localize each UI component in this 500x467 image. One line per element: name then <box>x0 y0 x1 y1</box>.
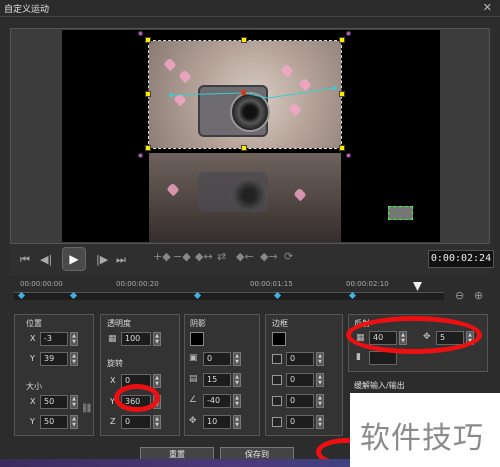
zoom-out-icon[interactable]: ⊖ <box>455 289 464 302</box>
opacity-icon: ▦ <box>108 334 117 344</box>
size-x-input[interactable]: 50 <box>40 395 68 409</box>
rotation-x-label: X <box>110 376 116 385</box>
size-title: 大小 <box>26 382 42 391</box>
shadow-title: 阴影 <box>190 319 206 328</box>
fade-title: 缓解输入/输出 <box>354 381 405 390</box>
rotation-title: 旋转 <box>107 359 123 368</box>
opacity-input[interactable]: 100 <box>121 332 151 346</box>
watermark: 软件技巧 <box>350 393 500 467</box>
border-extra-spinner[interactable]: ▲ ▼ <box>316 415 324 429</box>
border-option-checkbox[interactable] <box>272 375 282 385</box>
reverse-keyframe-icon[interactable]: ◆↔ <box>195 250 213 263</box>
border-option-checkbox[interactable] <box>272 354 282 364</box>
tick-label: 00:00:02:10 <box>346 280 389 288</box>
resize-handle[interactable] <box>145 91 151 97</box>
tick-label: 00:00:00:20 <box>116 280 159 288</box>
size-x-spinner[interactable]: ▲ ▼ <box>70 395 78 409</box>
shadow-distance-spinner[interactable]: ▲ ▼ <box>233 415 241 429</box>
add-keyframe-icon[interactable]: +◆ <box>153 250 171 263</box>
shadow-angle-icon: ∠ <box>189 395 198 405</box>
border-width-input[interactable]: 0 <box>286 352 314 366</box>
size-y-spinner[interactable]: ▲ ▼ <box>70 415 78 429</box>
position-x-label: X <box>30 334 36 343</box>
resize-handle[interactable] <box>145 145 151 151</box>
opacity-title: 透明度 <box>107 319 131 328</box>
shadow-blur-input[interactable]: 15 <box>203 373 231 387</box>
prev-frame-button[interactable]: ◀| <box>40 253 52 266</box>
rotation-x-spinner[interactable]: ▲ ▼ <box>153 374 161 388</box>
next-keyframe-icon[interactable]: ◆→ <box>260 250 278 263</box>
position-title: 位置 <box>26 319 42 328</box>
resize-handle[interactable] <box>339 145 345 151</box>
resize-handle[interactable] <box>339 37 345 43</box>
border-width-spinner[interactable]: ▲ ▼ <box>316 352 324 366</box>
highlight-ring <box>114 384 160 412</box>
shadow-opacity-spinner[interactable]: ▲ ▼ <box>233 352 241 366</box>
shadow-opacity-input[interactable]: 0 <box>203 352 231 366</box>
rotation-z-input[interactable]: 0 <box>121 415 151 429</box>
tick-label: 00:00:00:00 <box>20 280 63 288</box>
go-to-end-button[interactable]: ⏭ <box>116 253 126 267</box>
link-icon[interactable]: ⛓ <box>81 404 92 414</box>
position-y-input[interactable]: 39 <box>40 352 68 366</box>
shadow-opacity-icon: ▣ <box>189 353 198 363</box>
rotation-z-spinner[interactable]: ▲ ▼ <box>153 415 161 429</box>
transport-bar: ⏮ ◀| ▶ |▶ ⏭ +◆ −◆ ◆↔ ⇄ ◆← ◆→ ⟳ 0:00:02:2… <box>10 244 494 276</box>
resize-handle[interactable] <box>145 37 151 43</box>
next-frame-button[interactable]: |▶ <box>96 253 108 266</box>
position-y-label: Y <box>30 354 35 363</box>
reflection-gradient-icon: ▮ <box>356 352 361 362</box>
distort-handle[interactable] <box>346 31 351 36</box>
border-title: 边框 <box>272 319 288 328</box>
distort-handle[interactable] <box>138 31 143 36</box>
border-transparency-spinner[interactable]: ▲ ▼ <box>316 373 324 387</box>
border-option-checkbox[interactable] <box>272 417 282 427</box>
resize-handle[interactable] <box>241 37 247 43</box>
highlight-ring <box>346 316 482 354</box>
shadow-blur-icon: ▤ <box>189 374 198 384</box>
anchor-point[interactable] <box>241 90 246 95</box>
watermark-text: 软件技巧 <box>360 421 484 456</box>
border-extra-input[interactable]: 0 <box>286 415 314 429</box>
shadow-angle-spinner[interactable]: ▲ ▼ <box>233 394 241 408</box>
timecode-display[interactable]: 0:00:02:24 <box>428 250 494 268</box>
border-option-checkbox[interactable] <box>272 396 282 406</box>
size-y-input[interactable]: 50 <box>40 415 68 429</box>
size-y-label: Y <box>30 417 35 426</box>
shadow-color-swatch[interactable] <box>190 332 204 346</box>
navigator-thumbnail[interactable] <box>388 206 413 220</box>
position-x-spinner[interactable]: ▲ ▼ <box>70 332 78 346</box>
resize-handle[interactable] <box>339 91 345 97</box>
distort-handle[interactable] <box>346 153 351 158</box>
keyframe-track[interactable] <box>14 292 444 300</box>
shadow-distance-input[interactable]: 10 <box>203 415 231 429</box>
position-x-input[interactable]: -3 <box>40 332 68 346</box>
size-x-label: X <box>30 397 36 406</box>
opacity-spinner[interactable]: ▲ ▼ <box>153 332 161 346</box>
border-soft-input[interactable]: 0 <box>286 394 314 408</box>
prev-keyframe-icon[interactable]: ◆← <box>236 250 254 263</box>
shadow-angle-input[interactable]: -40 <box>203 394 231 408</box>
position-y-spinner[interactable]: ▲ ▼ <box>70 352 78 366</box>
rotation-z-label: Z <box>110 417 116 426</box>
timeline-ruler: 00:00:00:00 00:00:00:20 00:00:01:15 00:0… <box>14 280 444 292</box>
shadow-distance-icon: ✥ <box>189 416 197 426</box>
tick-label: 00:00:01:15 <box>250 280 293 288</box>
border-soft-spinner[interactable]: ▲ ▼ <box>316 394 324 408</box>
distort-handle[interactable] <box>138 153 143 158</box>
play-button[interactable]: ▶ <box>62 247 86 271</box>
shadow-blur-spinner[interactable]: ▲ ▼ <box>233 373 241 387</box>
go-to-start-button[interactable]: ⏮ <box>20 253 30 267</box>
swap-keyframe-icon[interactable]: ⇄ <box>217 250 226 263</box>
resize-handle[interactable] <box>241 145 247 151</box>
border-color-swatch[interactable] <box>272 332 286 346</box>
remove-keyframe-icon[interactable]: −◆ <box>173 250 191 263</box>
border-transparency-input[interactable]: 0 <box>286 373 314 387</box>
loop-icon[interactable]: ⟳ <box>284 250 293 263</box>
zoom-in-icon[interactable]: ⊕ <box>474 289 483 302</box>
